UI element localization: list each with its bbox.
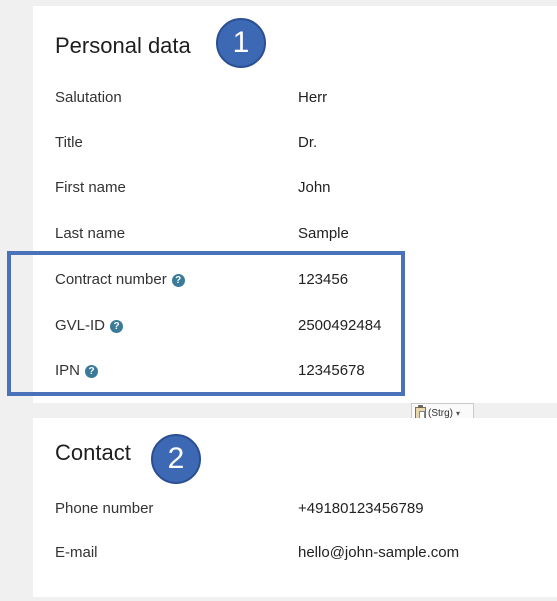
personal-data-section: Personal data 1 Salutation Herr Title Dr…	[33, 6, 557, 403]
contact-section: Contact 2 Phone number +49180123456789 E…	[33, 418, 557, 597]
field-label: Last name	[55, 225, 126, 242]
field-value: 123456	[298, 271, 349, 288]
field-value: Dr.	[298, 134, 318, 151]
step-badge-1: 1	[216, 18, 266, 68]
field-label: IPN?	[55, 362, 99, 379]
field-label-text: GVL-ID	[55, 317, 106, 334]
chevron-down-icon: ▾	[456, 408, 461, 418]
help-icon[interactable]: ?	[171, 274, 185, 287]
field-label: First name	[55, 179, 126, 196]
field-label: GVL-ID?	[55, 317, 124, 334]
field-label: Title	[55, 134, 83, 151]
field-row-ipn: IPN? 12345678	[55, 362, 557, 386]
field-label-text: IPN	[55, 362, 81, 379]
field-row-salutation: Salutation Herr	[55, 89, 557, 113]
field-value: Herr	[298, 89, 328, 106]
field-row-first-name: First name John	[55, 179, 557, 203]
step-badge-2: 2	[151, 434, 201, 484]
field-row-contract-number: Contract number? 123456	[55, 271, 557, 295]
help-icon[interactable]: ?	[85, 365, 99, 378]
field-value: 12345678	[298, 362, 365, 379]
field-value: +49180123456789	[298, 500, 424, 517]
field-value: John	[298, 179, 331, 196]
field-label: E-mail	[55, 544, 98, 561]
field-label: Contract number?	[55, 271, 185, 288]
field-row-title: Title Dr.	[55, 134, 557, 158]
personal-data-title: Personal data	[55, 33, 191, 58]
field-value: 2500492484	[298, 317, 382, 334]
field-label: Phone number	[55, 500, 154, 517]
field-value: Sample	[298, 225, 349, 242]
help-icon[interactable]: ?	[110, 320, 124, 333]
contact-title: Contact	[55, 440, 131, 465]
field-label: Salutation	[55, 89, 122, 106]
field-row-last-name: Last name Sample	[55, 225, 557, 249]
paste-options-label: (Strg)	[428, 407, 453, 419]
field-value: hello@john-sample.com	[298, 544, 460, 561]
field-row-gvl-id: GVL-ID? 2500492484	[55, 317, 557, 341]
field-row-email: E-mail hello@john-sample.com	[55, 544, 557, 568]
field-row-phone-number: Phone number +49180123456789	[55, 500, 557, 524]
field-label-text: Contract number	[55, 271, 167, 288]
